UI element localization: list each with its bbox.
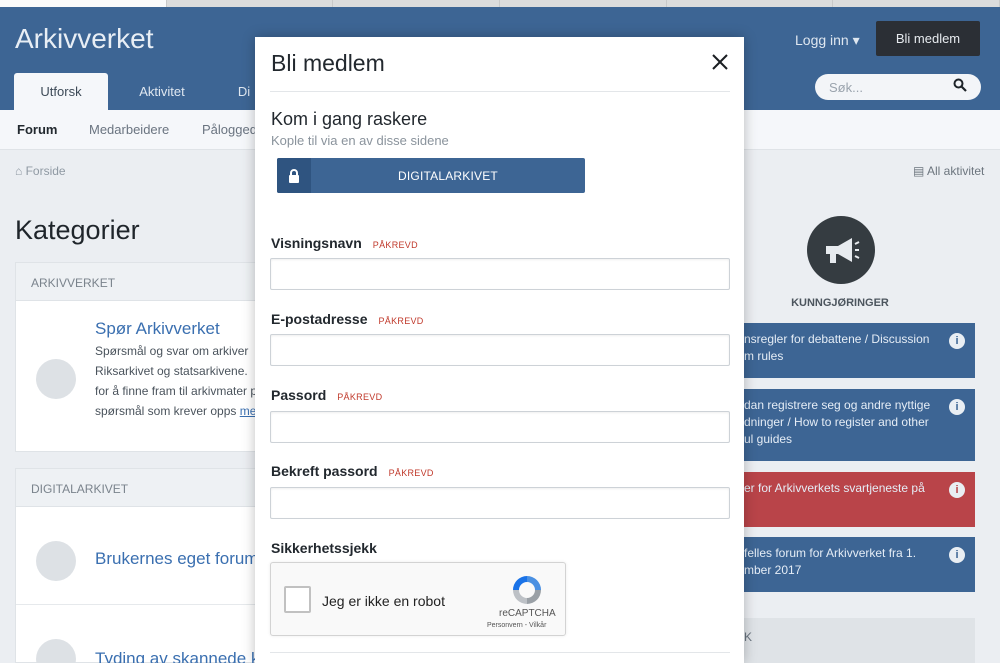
sidebar-section-header: K <box>744 618 975 663</box>
tab-explore[interactable]: Utforsk <box>14 73 108 110</box>
subnav-forum[interactable]: Forum <box>17 122 57 137</box>
recaptcha-brand: reCAPTCHA <box>499 608 556 619</box>
confirm-password-label-text: Bekreft passord <box>271 463 378 479</box>
close-icon[interactable] <box>712 51 728 75</box>
activity-icon: ▤ <box>913 164 925 178</box>
announcement-text: nsregler for debattene / Discussion m ru… <box>744 332 930 363</box>
megaphone-icon <box>807 216 875 284</box>
announcement-card[interactable]: nsregler for debattene / Discussion m ru… <box>744 323 975 378</box>
announcement-card[interactable]: er for Arkivverkets svartjeneste på i <box>744 472 975 527</box>
recaptcha-terms-link[interactable]: Personvern - Vilkår <box>487 622 546 629</box>
email-label-text: E-postadresse <box>271 311 368 327</box>
browser-tab[interactable] <box>166 0 334 7</box>
page-title: Kategorier <box>15 215 140 245</box>
announcement-text: er for Arkivverkets svartjeneste på <box>744 481 925 495</box>
search-icon[interactable] <box>953 78 967 96</box>
display-name-label: Visningsnavn PÅKREVD <box>271 235 418 251</box>
forum-title[interactable]: Brukernes eget forum <box>95 549 258 569</box>
security-check-label: Sikkerhetssjekk <box>271 540 377 556</box>
recaptcha-logo-icon <box>510 573 544 607</box>
info-icon[interactable]: i <box>949 547 965 563</box>
required-badge: PÅKREVD <box>378 316 424 326</box>
login-label: Logg inn <box>795 32 849 48</box>
forum-description: Spørsmål og svar om arkiver Riksarkivet … <box>95 341 265 421</box>
signup-modal: Bli medlem Kom i gang raskere Kople til … <box>255 37 744 663</box>
announcements-label: KUNNGJØRINGER <box>791 297 889 309</box>
tab-activity[interactable]: Aktivitet <box>128 73 196 110</box>
category-header: DIGITALARKIVET <box>16 469 264 507</box>
browser-tab[interactable] <box>333 0 501 7</box>
announcement-card[interactable]: felles forum for Arkivverket fra 1. mber… <box>744 537 975 592</box>
forum-title[interactable]: Tyding av skannede k <box>95 649 259 663</box>
forum-icon <box>36 639 76 663</box>
display-name-label-text: Visningsnavn <box>271 235 362 251</box>
browser-tab[interactable] <box>500 0 667 7</box>
forum-title[interactable]: Spør Arkivverket <box>95 319 220 339</box>
confirm-password-label: Bekreft passord PÅKREVD <box>271 463 434 479</box>
announcement-text: dan registrere seg og andre nyttige dnin… <box>744 398 931 446</box>
browser-tab-strip <box>0 0 1000 7</box>
site-logo[interactable]: Arkivverket <box>15 23 153 55</box>
tab-partial[interactable]: Di <box>232 73 256 110</box>
login-link[interactable]: Logg inn ▾ <box>795 32 860 49</box>
browser-tab[interactable] <box>0 0 167 7</box>
forum-icon <box>36 541 76 581</box>
email-field[interactable] <box>270 334 730 366</box>
password-label: Passord PÅKREVD <box>271 387 382 403</box>
quick-start-title: Kom i gang raskere <box>271 109 428 129</box>
recaptcha-label: Jeg er ikke en robot <box>322 593 445 609</box>
email-label: E-postadresse PÅKREVD <box>271 311 424 327</box>
category-block: DIGITALARKIVET Brukernes eget forum Tydi… <box>15 468 266 663</box>
category-header: ARKIVVERKET <box>16 263 264 301</box>
search-input[interactable]: Søk... <box>815 74 981 100</box>
category-block: ARKIVVERKET Spør Arkivverket Spørsmål og… <box>15 262 265 452</box>
info-icon[interactable]: i <box>949 399 965 415</box>
info-icon[interactable]: i <box>949 482 965 498</box>
browser-tab[interactable] <box>666 0 834 7</box>
announcement-card[interactable]: dan registrere seg og andre nyttige dnin… <box>744 389 975 461</box>
password-label-text: Passord <box>271 387 327 403</box>
divider <box>270 91 730 92</box>
divider <box>270 652 730 653</box>
confirm-password-field[interactable] <box>270 487 730 519</box>
lock-icon <box>277 158 311 193</box>
all-activity-label: All aktivitet <box>927 164 985 178</box>
breadcrumb-home: Forside <box>25 164 66 178</box>
subnav-staff[interactable]: Medarbeidere <box>89 122 169 137</box>
browser-tab[interactable] <box>833 0 1000 7</box>
caret-down-icon: ▾ <box>852 32 860 48</box>
required-badge: PÅKREVD <box>337 392 383 402</box>
all-activity-link[interactable]: ▤ All aktivitet <box>913 164 984 178</box>
provider-button-label: DIGITALARKIVET <box>398 168 498 183</box>
display-name-field[interactable] <box>270 258 730 290</box>
forum-icon <box>36 359 76 399</box>
required-badge: PÅKREVD <box>372 240 418 250</box>
join-button[interactable]: Bli medlem <box>876 21 980 56</box>
recaptcha-widget: Jeg er ikke en robot reCAPTCHA Personver… <box>270 562 566 636</box>
modal-title: Bli medlem <box>271 50 385 76</box>
info-icon[interactable]: i <box>949 333 965 349</box>
forum-description-text: Spørsmål og svar om arkiver Riksarkivet … <box>95 344 264 418</box>
divider <box>16 604 266 605</box>
search-placeholder: Søk... <box>829 79 863 95</box>
password-field[interactable] <box>270 411 730 443</box>
required-badge: PÅKREVD <box>388 468 434 478</box>
quick-start-subtitle: Kople til via en av disse sidene <box>271 133 449 148</box>
digitalarkivet-login-button[interactable]: DIGITALARKIVET <box>277 158 585 193</box>
home-icon: ⌂ <box>15 164 23 178</box>
recaptcha-checkbox[interactable] <box>284 586 311 613</box>
breadcrumb[interactable]: ⌂ Forside <box>15 164 66 178</box>
announcement-text: felles forum for Arkivverket fra 1. mber… <box>744 546 917 577</box>
